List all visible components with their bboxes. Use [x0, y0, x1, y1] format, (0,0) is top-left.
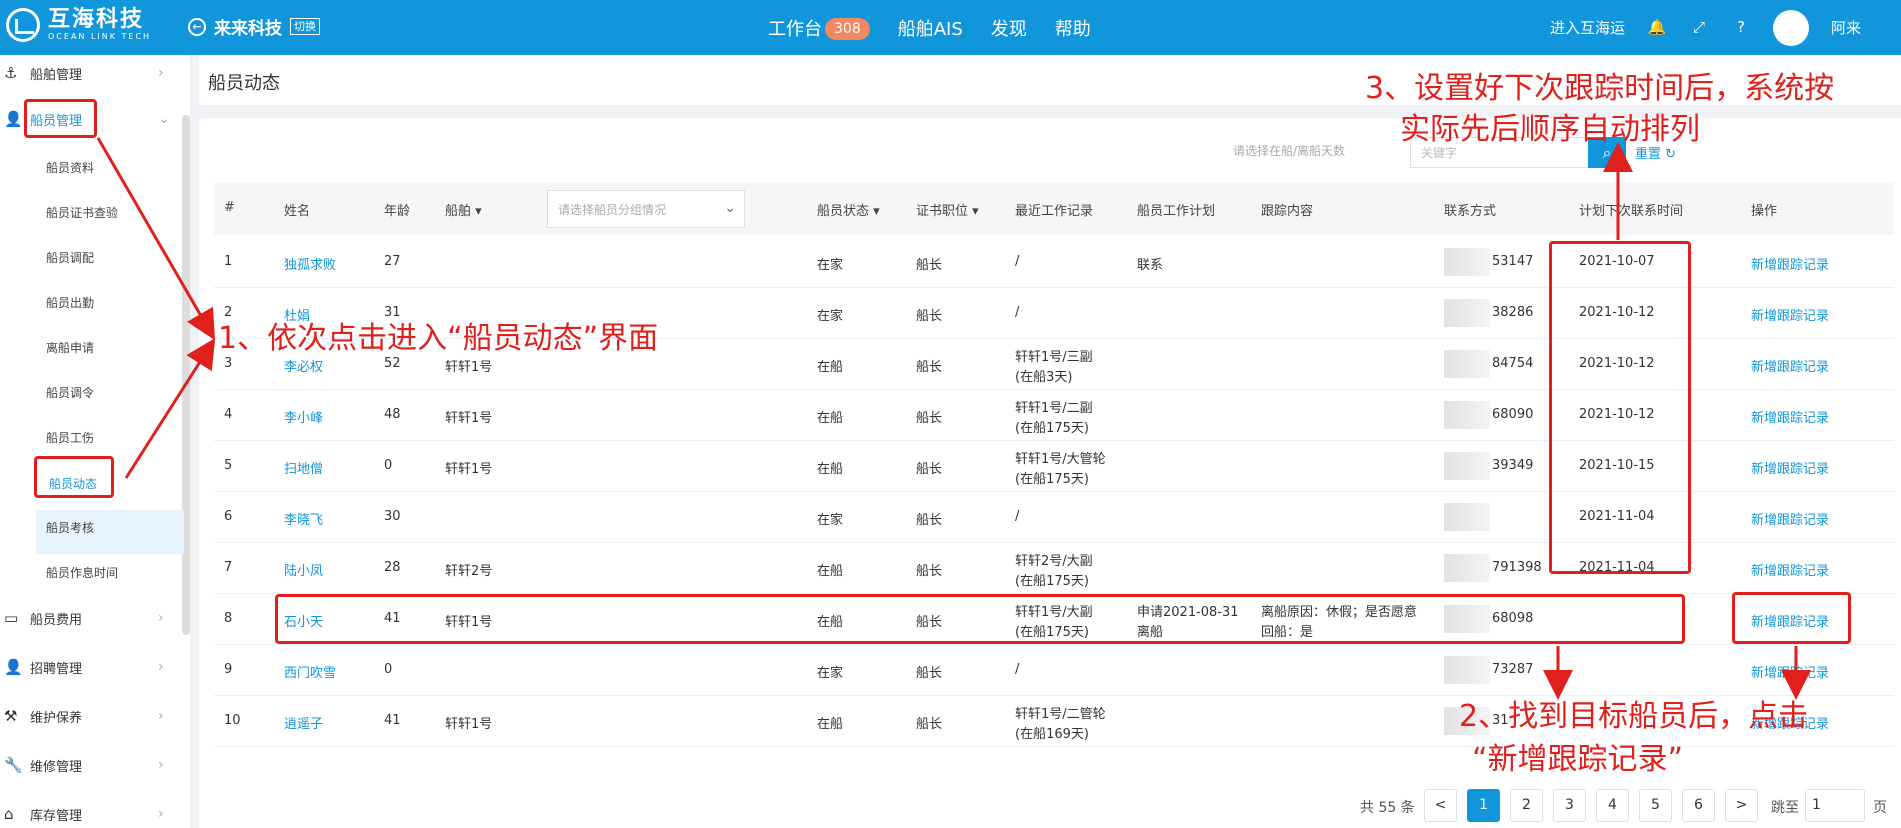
annotation-step2-line1: 2、找到目标船员后，点击 — [1459, 699, 1809, 734]
annotation-step1: 1、依次点击进入“船员动态”界面 — [218, 321, 659, 356]
annotation-step2-line2: “新增跟踪记录” — [1472, 742, 1684, 777]
annotation-step3-line1: 3、设置好下次跟踪时间后，系统按 — [1365, 71, 1835, 106]
annotation-step3-line2: 实际先后顺序自动排列 — [1400, 112, 1700, 147]
